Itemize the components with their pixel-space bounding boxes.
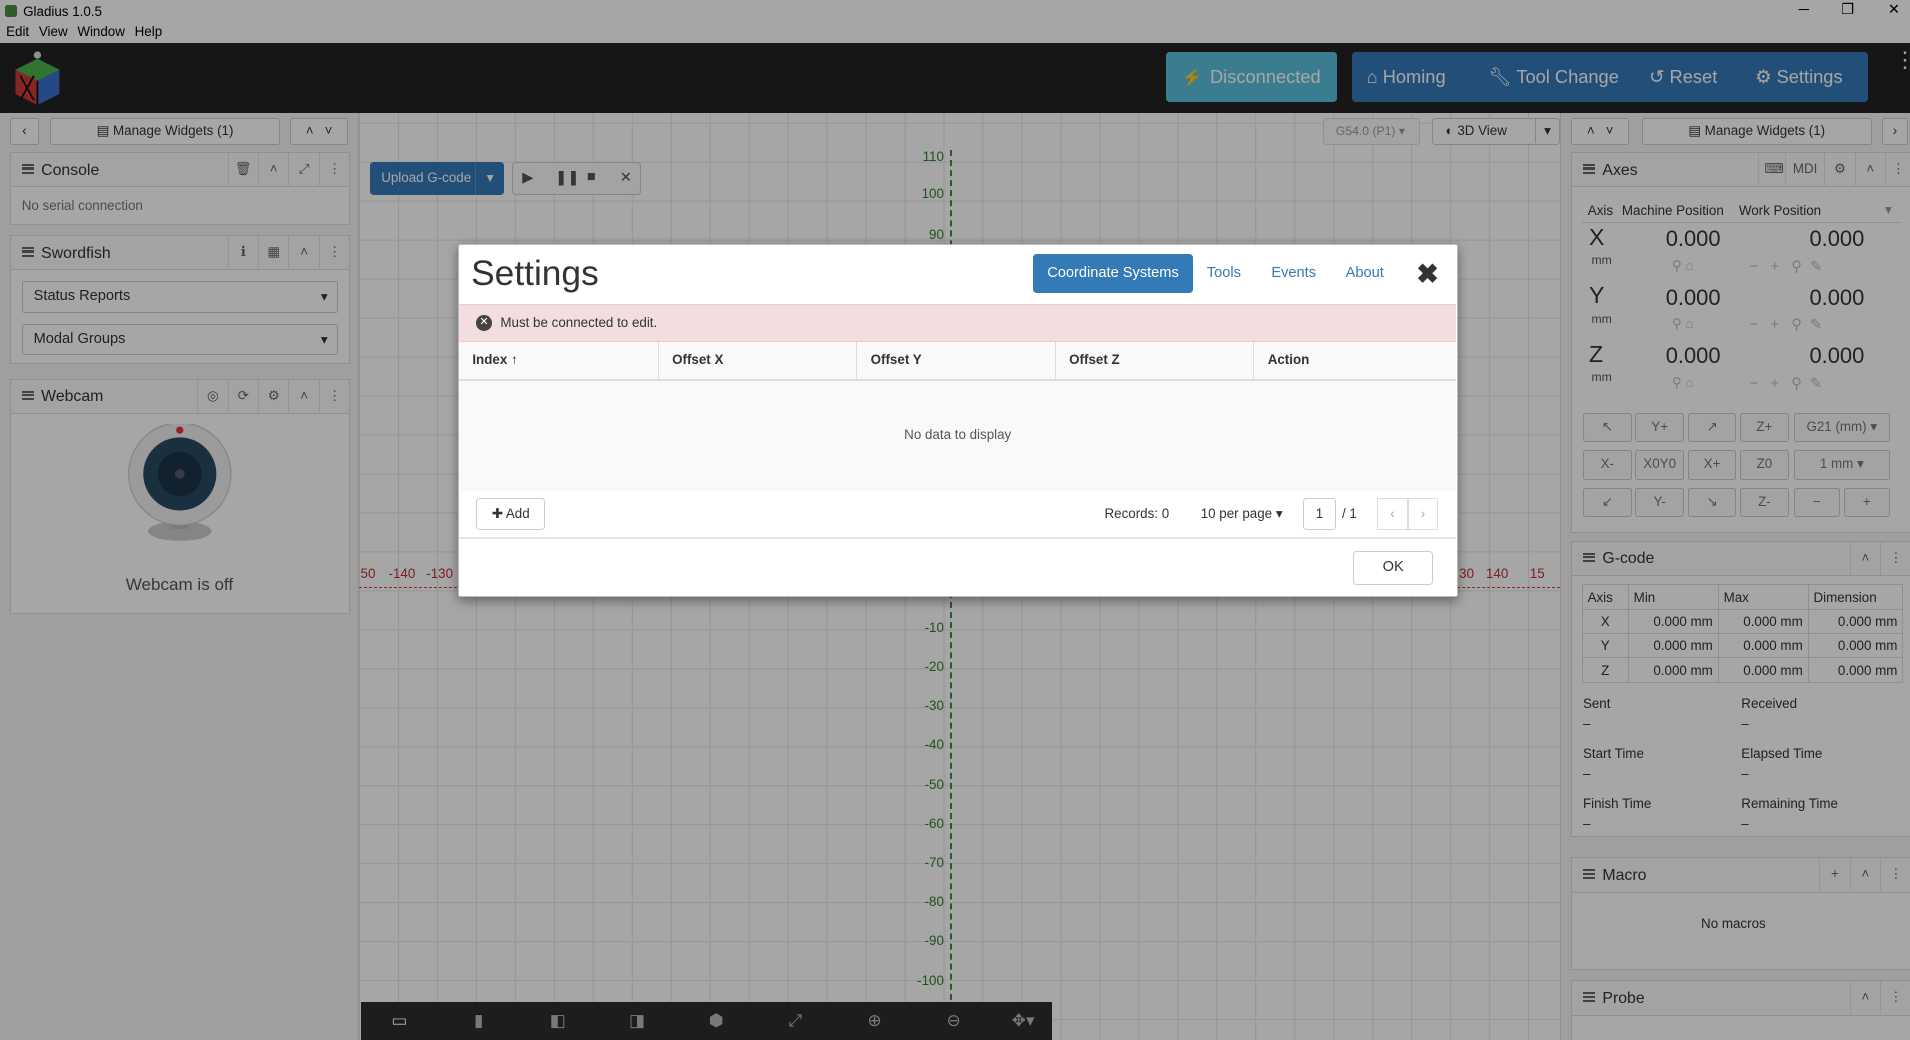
error-alert: ✕ Must be connected to edit. xyxy=(458,304,1457,343)
prev-page-button[interactable]: ‹ xyxy=(1377,497,1408,530)
plus-icon: ✚ xyxy=(491,505,506,521)
add-button[interactable]: ✚ Add xyxy=(476,497,546,530)
modal-footer: OK xyxy=(458,538,1457,595)
empty-table-message: No data to display xyxy=(458,381,1457,491)
error-icon: ✕ xyxy=(476,315,492,331)
col-offset-z[interactable]: Offset Z xyxy=(1056,342,1255,379)
settings-modal: Settings Coordinate Systems Tools Events… xyxy=(457,243,1458,597)
records-count: Records: 0 xyxy=(1104,506,1170,522)
per-page-label: 10 per page xyxy=(1200,506,1273,522)
table-footer: ✚ Add Records: 0 10 per page ▾ 1 / 1 ‹ › xyxy=(458,490,1457,539)
tab-coordinate-systems[interactable]: Coordinate Systems xyxy=(1032,254,1194,294)
tab-events[interactable]: Events xyxy=(1257,254,1331,293)
modal-title: Settings xyxy=(471,254,599,294)
tab-tools[interactable]: Tools xyxy=(1192,254,1255,293)
page-input[interactable]: 1 xyxy=(1303,497,1336,530)
alert-text: Must be connected to edit. xyxy=(500,315,658,331)
per-page-dropdown[interactable]: 10 per page ▾ xyxy=(1201,506,1283,522)
col-offset-y[interactable]: Offset Y xyxy=(857,342,1056,379)
modal-backdrop-top xyxy=(0,0,1910,114)
col-index[interactable]: Index ↑ xyxy=(459,342,659,379)
tab-about[interactable]: About xyxy=(1331,254,1398,293)
page-total: / 1 xyxy=(1342,506,1357,522)
app-window: Gladius 1.0.5 ─ ❐ ✕ Edit View Window Help ⚡… xyxy=(0,0,1910,1040)
col-offset-x[interactable]: Offset X xyxy=(659,342,858,379)
next-page-button[interactable]: › xyxy=(1407,497,1439,530)
add-label: Add xyxy=(505,505,530,521)
close-icon[interactable]: ✖ xyxy=(1416,259,1438,290)
col-action: Action xyxy=(1267,352,1310,368)
table-header: Index ↑ Offset X Offset Y Offset Z Actio… xyxy=(458,342,1457,381)
ok-button[interactable]: OK xyxy=(1352,551,1434,586)
